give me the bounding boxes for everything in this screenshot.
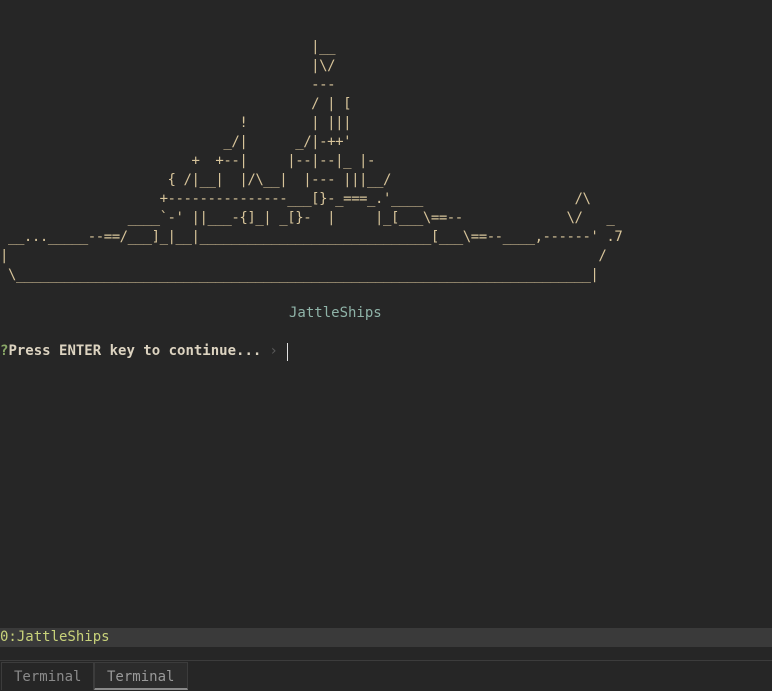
status-window-label[interactable]: 0:JattleShips	[0, 628, 110, 647]
tab-terminal-2[interactable]: Terminal	[94, 662, 188, 690]
chevron-right-icon: ›	[269, 343, 278, 359]
tab-terminal-1[interactable]: Terminal	[1, 662, 94, 690]
game-title: JattleShips	[289, 305, 382, 321]
terminal-tab-strip: Terminal Terminal	[0, 660, 772, 691]
ship-ascii-art: |__ |\/ --- / | [ ! | ||| _/| _/|-++' + …	[0, 39, 623, 283]
prompt-text: Press ENTER key to continue...	[8, 343, 262, 359]
prompt-question-mark: ?	[0, 343, 9, 359]
continue-prompt: ? Press ENTER key to continue... ›	[0, 342, 288, 361]
text-cursor	[286, 342, 288, 361]
tmux-status-bar: 0:JattleShips	[0, 628, 772, 647]
terminal-pane[interactable]: |__ |\/ --- / | [ ! | ||| _/| _/|-++' + …	[0, 0, 772, 628]
